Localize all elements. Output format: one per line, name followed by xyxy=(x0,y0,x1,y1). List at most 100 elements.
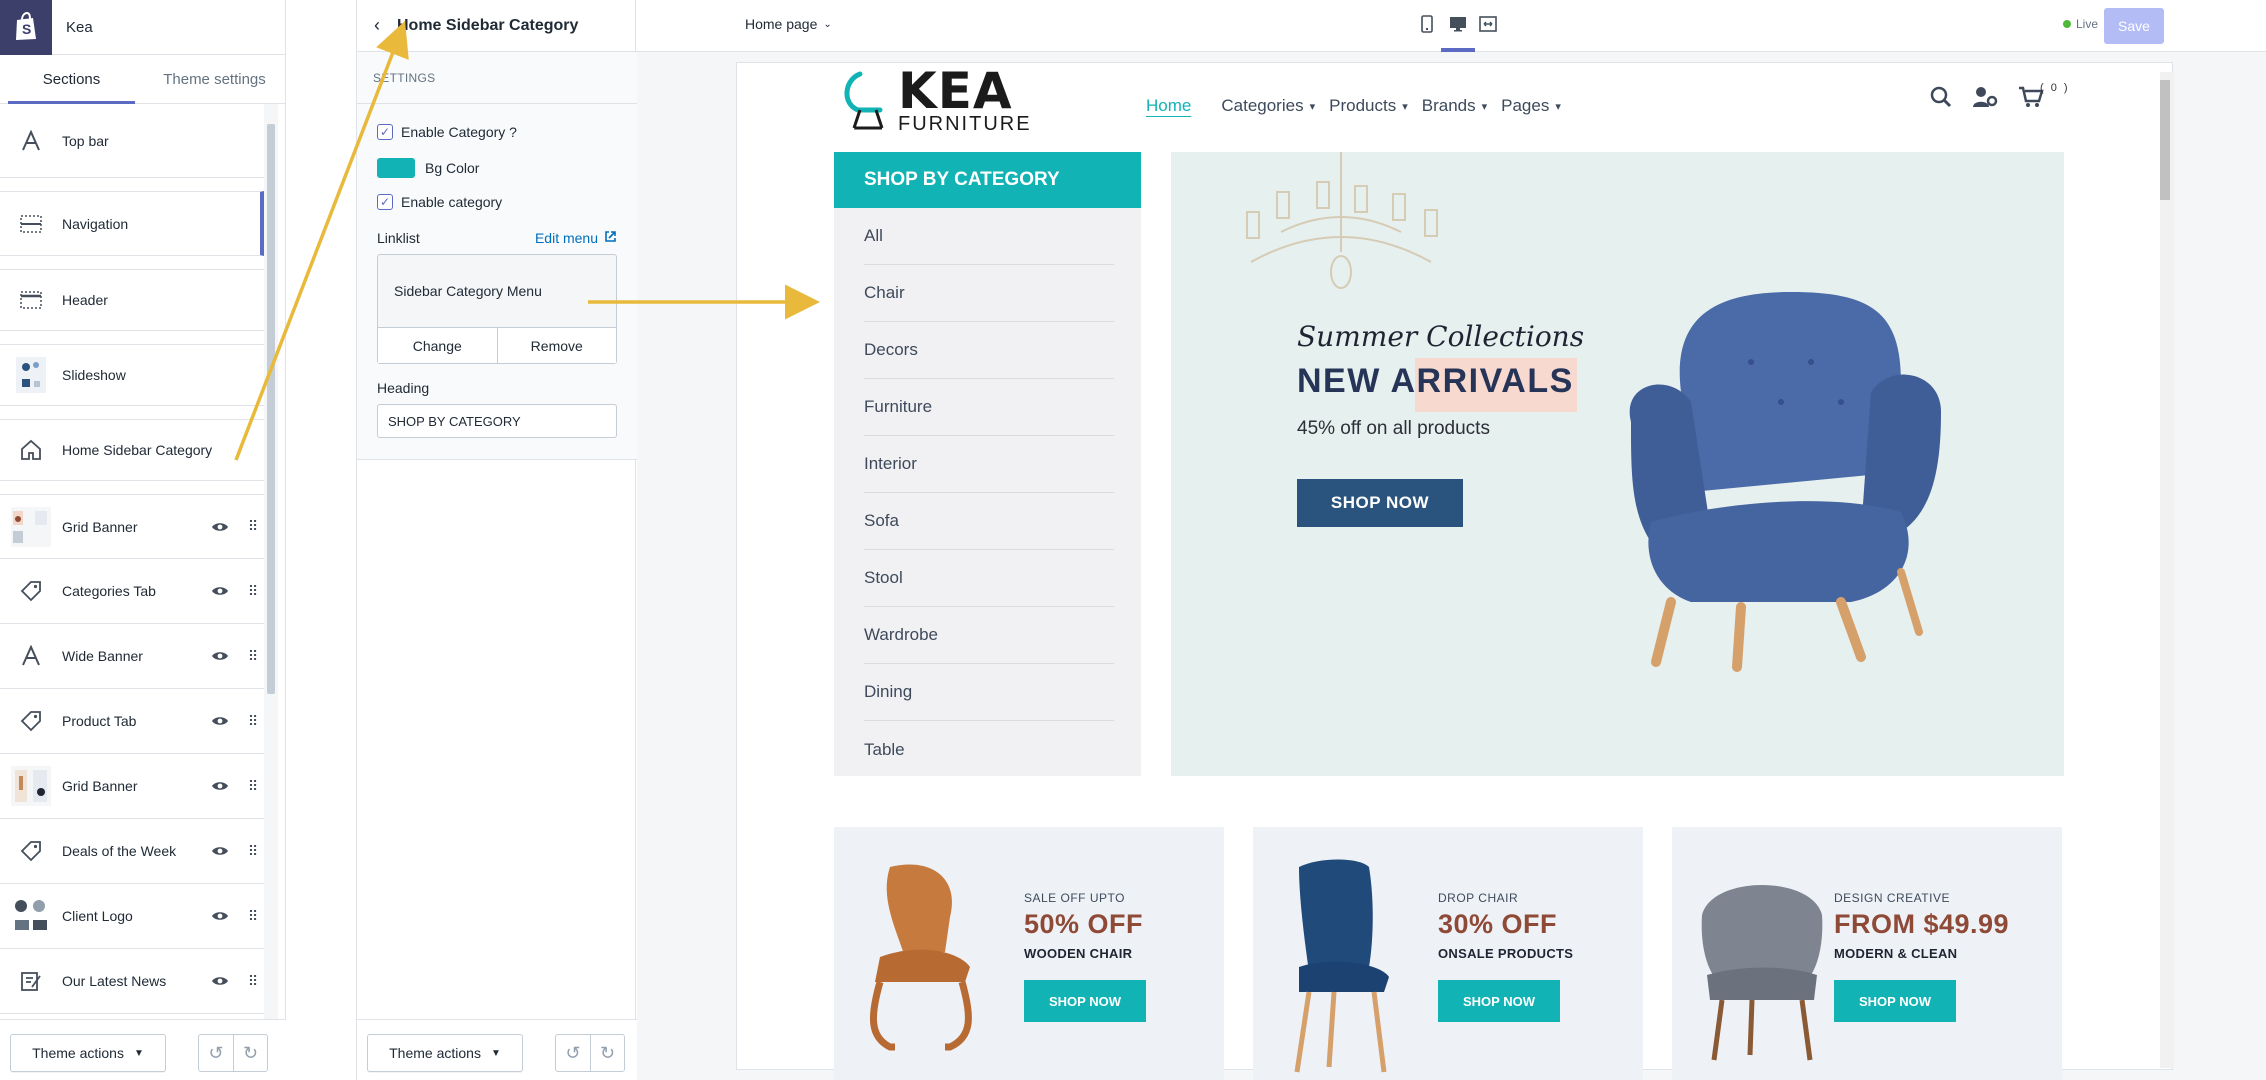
enable-category-checkbox[interactable]: ✓ Enable category xyxy=(377,194,502,210)
section-item-product-tab[interactable]: Product Tab ⠿ xyxy=(0,689,264,754)
visibility-eye-icon[interactable] xyxy=(200,975,240,987)
section-item-grid-banner-2[interactable]: Grid Banner ⠿ xyxy=(0,754,264,819)
visibility-eye-icon[interactable] xyxy=(200,780,240,792)
redo-icon[interactable]: ↻ xyxy=(590,1035,624,1071)
slide-title: NEW ARRIVALS xyxy=(1297,362,1574,400)
banner-title: 30% OFF xyxy=(1438,909,1558,939)
checkmark-icon: ✓ xyxy=(377,124,393,140)
settings-body: ✓ Enable Category ? Bg Color ✓ Enable ca… xyxy=(357,104,637,460)
drag-handle-icon[interactable]: ⠿ xyxy=(240,778,264,795)
fullscreen-view-icon[interactable] xyxy=(1478,14,1498,34)
color-swatch[interactable] xyxy=(377,158,415,178)
section-item-deals-of-the-week[interactable]: Deals of the Week ⠿ xyxy=(0,819,264,884)
section-item-grid-banner[interactable]: Grid Banner ⠿ xyxy=(0,494,264,559)
section-item-header[interactable]: Header xyxy=(0,269,264,331)
theme-actions-button[interactable]: Theme actions ▼ xyxy=(367,1034,523,1072)
drag-handle-icon[interactable]: ⠿ xyxy=(240,518,264,535)
section-item-wide-banner[interactable]: Wide Banner ⠿ xyxy=(0,624,264,689)
scrollbar-thumb[interactable] xyxy=(267,124,275,694)
section-item-navigation[interactable]: Navigation xyxy=(0,191,264,256)
category-item-all[interactable]: All xyxy=(864,208,1114,265)
section-item-slideshow[interactable]: Slideshow xyxy=(0,344,264,406)
undo-icon[interactable]: ↺ xyxy=(199,1035,233,1071)
category-item-interior[interactable]: Interior xyxy=(864,436,1114,493)
shopify-logo-icon[interactable]: S xyxy=(0,0,52,55)
nav-item-products[interactable]: Products ▾ xyxy=(1329,96,1408,116)
nav-item-categories[interactable]: Categories ▾ xyxy=(1221,96,1315,116)
change-button[interactable]: Change xyxy=(378,328,497,363)
visibility-eye-icon[interactable] xyxy=(200,650,240,662)
tab-theme-settings[interactable]: Theme settings xyxy=(143,56,286,103)
banner-shop-now-button[interactable]: SHOP NOW xyxy=(1024,980,1146,1022)
page-selector-label: Home page xyxy=(745,16,818,32)
undo-icon[interactable]: ↺ xyxy=(556,1035,590,1071)
desktop-view-icon[interactable] xyxy=(1448,14,1468,34)
left-tabs: Sections Theme settings xyxy=(0,56,286,104)
drag-handle-icon[interactable]: ⠿ xyxy=(240,908,264,925)
section-item-client-logo[interactable]: Client Logo ⠿ xyxy=(0,884,264,949)
tag-icon xyxy=(0,580,62,602)
theme-actions-button[interactable]: Theme actions ▼ xyxy=(10,1034,166,1072)
category-item-wardrobe[interactable]: Wardrobe xyxy=(864,607,1114,664)
section-item-home-sidebar-category[interactable]: Home Sidebar Category xyxy=(0,419,264,481)
drag-handle-icon[interactable]: ⠿ xyxy=(240,843,264,860)
category-item-decors[interactable]: Decors xyxy=(864,322,1114,379)
category-item-sofa[interactable]: Sofa xyxy=(864,493,1114,550)
nav-item-pages[interactable]: Pages ▾ xyxy=(1501,96,1561,116)
drag-handle-icon[interactable]: ⠿ xyxy=(240,973,264,990)
banner-subtitle: MODERN & CLEAN xyxy=(1834,946,1958,961)
section-item-categories-tab[interactable]: Categories Tab ⠿ xyxy=(0,559,264,624)
promo-banner-design-creative[interactable]: DESIGN CREATIVE FROM $49.99 MODERN & CLE… xyxy=(1672,827,2062,1080)
navigation-icon xyxy=(0,214,62,233)
enable-category-q-checkbox[interactable]: ✓ Enable Category ? xyxy=(377,124,517,140)
visibility-eye-icon[interactable] xyxy=(200,715,240,727)
nav-label: Categories xyxy=(1221,96,1304,115)
drag-handle-icon[interactable]: ⠿ xyxy=(240,713,264,730)
nav-item-brands[interactable]: Brands ▾ xyxy=(1422,96,1487,116)
banner-shop-now-button[interactable]: SHOP NOW xyxy=(1834,980,1956,1022)
redo-icon[interactable]: ↻ xyxy=(233,1035,267,1071)
blue-armchair-image xyxy=(1629,292,1941,672)
edit-menu-link[interactable]: Edit menu xyxy=(535,230,617,246)
category-item-furniture[interactable]: Furniture xyxy=(864,379,1114,436)
mobile-view-icon[interactable] xyxy=(1417,14,1437,34)
banner-pretitle: SALE OFF UPTO xyxy=(1024,891,1125,905)
page-selector-dropdown[interactable]: Home page ⌄ xyxy=(745,16,832,32)
category-item-dining[interactable]: Dining xyxy=(864,664,1114,721)
external-link-icon xyxy=(604,230,617,246)
visibility-eye-icon[interactable] xyxy=(200,521,240,533)
category-item-table[interactable]: Table xyxy=(864,721,1114,778)
banner-shop-now-button[interactable]: SHOP NOW xyxy=(1438,980,1560,1022)
visibility-eye-icon[interactable] xyxy=(200,910,240,922)
section-item-top-bar[interactable]: Top bar xyxy=(0,104,264,178)
section-label: Grid Banner xyxy=(62,518,138,535)
preview-scrollbar[interactable] xyxy=(2160,72,2174,1068)
search-icon[interactable] xyxy=(1930,86,1952,113)
section-list-scrollbar[interactable] xyxy=(264,104,278,1019)
drag-handle-icon[interactable]: ⠿ xyxy=(240,648,264,665)
back-chevron-icon[interactable]: ‹ xyxy=(357,15,397,36)
tab-sections[interactable]: Sections xyxy=(0,56,143,104)
slide-shop-now-button[interactable]: SHOP NOW xyxy=(1297,479,1463,527)
tag-icon xyxy=(0,840,62,862)
category-item-stool[interactable]: Stool xyxy=(864,550,1114,607)
section-item-our-latest-news[interactable]: Our Latest News ⠿ xyxy=(0,949,264,1014)
visibility-eye-icon[interactable] xyxy=(200,845,240,857)
store-logo[interactable]: KEA FURNITURE xyxy=(840,66,1032,134)
account-settings-icon[interactable] xyxy=(1972,86,1998,113)
nav-item-home[interactable]: Home xyxy=(1146,96,1191,116)
visibility-eye-icon[interactable] xyxy=(200,585,240,597)
promo-banner-drop-chair[interactable]: DROP CHAIR 30% OFF ONSALE PRODUCTS SHOP … xyxy=(1253,827,1643,1080)
text-icon xyxy=(0,129,62,152)
caret-down-icon: ▼ xyxy=(490,1047,501,1059)
bg-color-picker[interactable]: Bg Color xyxy=(377,158,479,178)
heading-input[interactable] xyxy=(377,404,617,438)
chandelier-image xyxy=(1246,152,1438,289)
promo-banner-wooden-chair[interactable]: SALE OFF UPTO 50% OFF WOODEN CHAIR SHOP … xyxy=(834,827,1224,1080)
remove-button[interactable]: Remove xyxy=(496,328,617,363)
drag-handle-icon[interactable]: ⠿ xyxy=(240,583,264,600)
scrollbar-thumb[interactable] xyxy=(2160,80,2170,200)
category-item-chair[interactable]: Chair xyxy=(864,265,1114,322)
save-button[interactable]: Save xyxy=(2104,8,2164,44)
chevron-down-icon: ▾ xyxy=(1555,100,1561,113)
